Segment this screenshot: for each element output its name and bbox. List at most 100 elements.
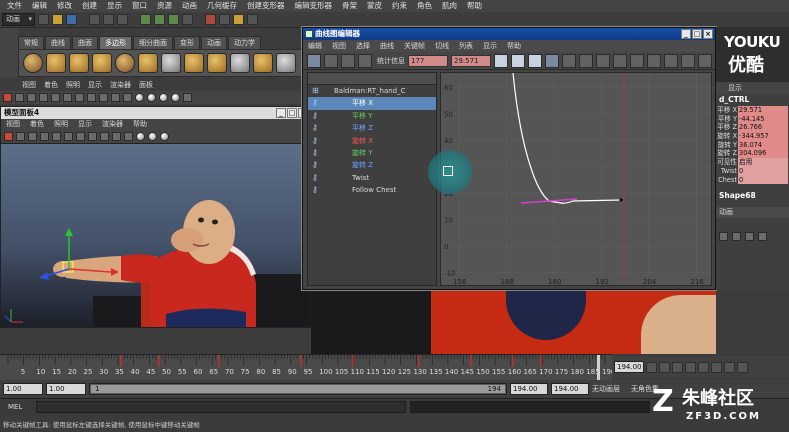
mel-label[interactable]: MEL bbox=[8, 403, 22, 411]
menu-item[interactable]: 修改 bbox=[52, 0, 77, 12]
channel-box-shape[interactable]: Shape68 bbox=[716, 190, 789, 201]
menu-item[interactable]: 编辑变形器 bbox=[290, 0, 338, 12]
extrude-icon[interactable] bbox=[207, 53, 227, 73]
bookmark-icon[interactable] bbox=[27, 93, 36, 102]
poly-cone-icon[interactable] bbox=[92, 53, 112, 73]
model-panel-menu-item[interactable]: 渲染器 bbox=[97, 119, 128, 130]
step-forward-icon[interactable] bbox=[711, 361, 722, 373]
mel-input[interactable] bbox=[36, 401, 407, 413]
channel-row[interactable]: 可见性 启用 bbox=[716, 158, 789, 167]
select-hierarchy-icon[interactable] bbox=[89, 14, 100, 25]
open-scene-icon[interactable] bbox=[52, 14, 63, 25]
ipr-render-icon[interactable] bbox=[233, 14, 244, 25]
outliner-channel[interactable]: ⚷ 平移 Y bbox=[308, 110, 436, 122]
break-tangent-icon[interactable] bbox=[647, 53, 661, 68]
channel-box-tab[interactable]: 显示 bbox=[716, 82, 789, 94]
maximize-button[interactable]: □ bbox=[287, 108, 297, 118]
model-panel-menu-item[interactable]: 着色 bbox=[25, 119, 49, 130]
clamped-tangent-icon[interactable] bbox=[562, 53, 576, 68]
spline-tangent-icon[interactable] bbox=[545, 53, 559, 68]
camera-attributes-icon[interactable] bbox=[16, 132, 25, 141]
step-back-icon[interactable] bbox=[672, 361, 683, 373]
shelf-tab[interactable]: 动画 bbox=[201, 36, 227, 49]
model-panel-menu-item[interactable]: 显示 bbox=[73, 119, 97, 130]
value-field[interactable]: 29.571 bbox=[451, 54, 491, 67]
menu-item[interactable]: 文件 bbox=[2, 0, 27, 12]
panel-menu-item[interactable]: 照明 bbox=[62, 80, 84, 91]
channel-value[interactable]: 304.096 bbox=[738, 149, 788, 159]
channel-value[interactable]: -344.957 bbox=[738, 132, 788, 141]
outliner-search-field[interactable] bbox=[308, 73, 436, 85]
layer-up-icon[interactable] bbox=[719, 232, 728, 242]
step-tangent-icon[interactable] bbox=[613, 53, 627, 68]
plateau-tangent-icon[interactable] bbox=[630, 53, 644, 68]
graph-editor-menu-item[interactable]: 曲线 bbox=[375, 40, 399, 52]
channel-row[interactable]: 旋转 X -344.957 bbox=[716, 132, 789, 141]
bridge-icon[interactable] bbox=[230, 53, 250, 73]
model-panel-menu-item[interactable]: 照明 bbox=[49, 119, 73, 130]
history-icon[interactable] bbox=[205, 14, 216, 25]
step-back-key-icon[interactable] bbox=[659, 361, 670, 373]
select-camera-icon[interactable] bbox=[4, 132, 13, 141]
new-layer-selected-icon[interactable] bbox=[758, 232, 767, 242]
curve-graph-svg[interactable]: 6050403020100-10156168180192204216 bbox=[441, 73, 712, 286]
channel-value[interactable]: 29.571 bbox=[738, 106, 788, 115]
unify-tangent-icon[interactable] bbox=[664, 53, 678, 68]
channel-value[interactable]: 0 bbox=[738, 175, 788, 185]
menu-item[interactable]: 约束 bbox=[387, 0, 412, 12]
minimize-button[interactable]: _ bbox=[276, 108, 286, 118]
lattice-deform-icon[interactable] bbox=[358, 53, 372, 68]
select-component-icon[interactable] bbox=[117, 14, 128, 25]
channel-row[interactable]: Twist 0 bbox=[716, 166, 789, 176]
menu-item[interactable]: 显示 bbox=[102, 0, 127, 12]
channel-value[interactable]: 启用 bbox=[738, 158, 788, 167]
camera-attributes-icon[interactable] bbox=[15, 93, 24, 102]
outliner-root[interactable]: ⊞ Baldman:RT_hand_C bbox=[308, 85, 436, 97]
time-slider-ticks[interactable]: 5 10 15 20 25 30 35 40 45 50 55 60 65 70 75 80 85 90 95 100… bbox=[0, 355, 615, 381]
panel-menu-item[interactable]: 面板 bbox=[135, 80, 157, 91]
snap-plane-icon[interactable] bbox=[182, 14, 193, 25]
shelf-tab[interactable]: 多边形 bbox=[99, 36, 132, 49]
flat-tangent-icon[interactable] bbox=[596, 53, 610, 68]
shadows-icon[interactable] bbox=[171, 93, 180, 102]
linear-tangent-icon[interactable] bbox=[579, 53, 593, 68]
panel-menu-item[interactable]: 显示 bbox=[84, 80, 106, 91]
wireframe-icon[interactable] bbox=[124, 132, 133, 141]
bookmark-icon[interactable] bbox=[28, 132, 37, 141]
lock-tangent-icon[interactable] bbox=[698, 53, 712, 68]
maximize-button[interactable]: □ bbox=[692, 29, 702, 39]
menu-set-dropdown[interactable]: 动画 bbox=[2, 13, 35, 26]
play-back-icon[interactable] bbox=[685, 361, 696, 373]
channel-box-node[interactable]: d_CTRL bbox=[716, 94, 789, 106]
wireframe-icon[interactable] bbox=[123, 93, 132, 102]
anim-layer-tab[interactable]: 动画 bbox=[716, 207, 789, 219]
channel-row[interactable]: 旋转 Z 304.096 bbox=[716, 149, 789, 159]
outliner-channel[interactable]: ⚷ 平移 X bbox=[308, 97, 436, 110]
menu-item[interactable]: 角色 bbox=[412, 0, 437, 12]
gate-mask-icon[interactable] bbox=[88, 132, 97, 141]
graph-editor-menu-item[interactable]: 选择 bbox=[351, 40, 375, 52]
graph-editor-menu-item[interactable]: 切线 bbox=[430, 40, 454, 52]
step-forward-key-icon[interactable] bbox=[724, 361, 735, 373]
poly-plane-icon[interactable] bbox=[138, 53, 158, 73]
field-chart-icon[interactable] bbox=[100, 132, 109, 141]
menu-item[interactable]: 骨架 bbox=[337, 0, 362, 12]
field-chart-icon[interactable] bbox=[99, 93, 108, 102]
append-polygon-icon[interactable] bbox=[253, 53, 273, 73]
time-slider[interactable]: 5 10 15 20 25 30 35 40 45 50 55 60 65 70 75 80 85 90 95 100… bbox=[0, 354, 615, 381]
xray-icon[interactable] bbox=[183, 93, 192, 102]
poly-torus-icon[interactable] bbox=[115, 53, 135, 73]
panel-menu-item[interactable]: 视图 bbox=[18, 80, 40, 91]
graph-editor-menu-item[interactable]: 关键帧 bbox=[399, 40, 430, 52]
frame-playback-icon[interactable] bbox=[511, 53, 525, 68]
menu-item[interactable]: 几何缓存 bbox=[202, 0, 242, 12]
render-frame-icon[interactable] bbox=[219, 14, 230, 25]
channel-value[interactable]: -44.145 bbox=[738, 114, 788, 124]
model-panel-menu-item[interactable]: 帮助 bbox=[128, 119, 152, 130]
playback-start-field[interactable]: 1.00 bbox=[46, 382, 86, 395]
layer-down-icon[interactable] bbox=[732, 232, 741, 242]
snap-grid-icon[interactable] bbox=[140, 14, 151, 25]
resolution-gate-icon[interactable] bbox=[76, 132, 85, 141]
render-settings-icon[interactable] bbox=[247, 14, 258, 25]
menu-item[interactable]: 肌肉 bbox=[437, 0, 462, 12]
